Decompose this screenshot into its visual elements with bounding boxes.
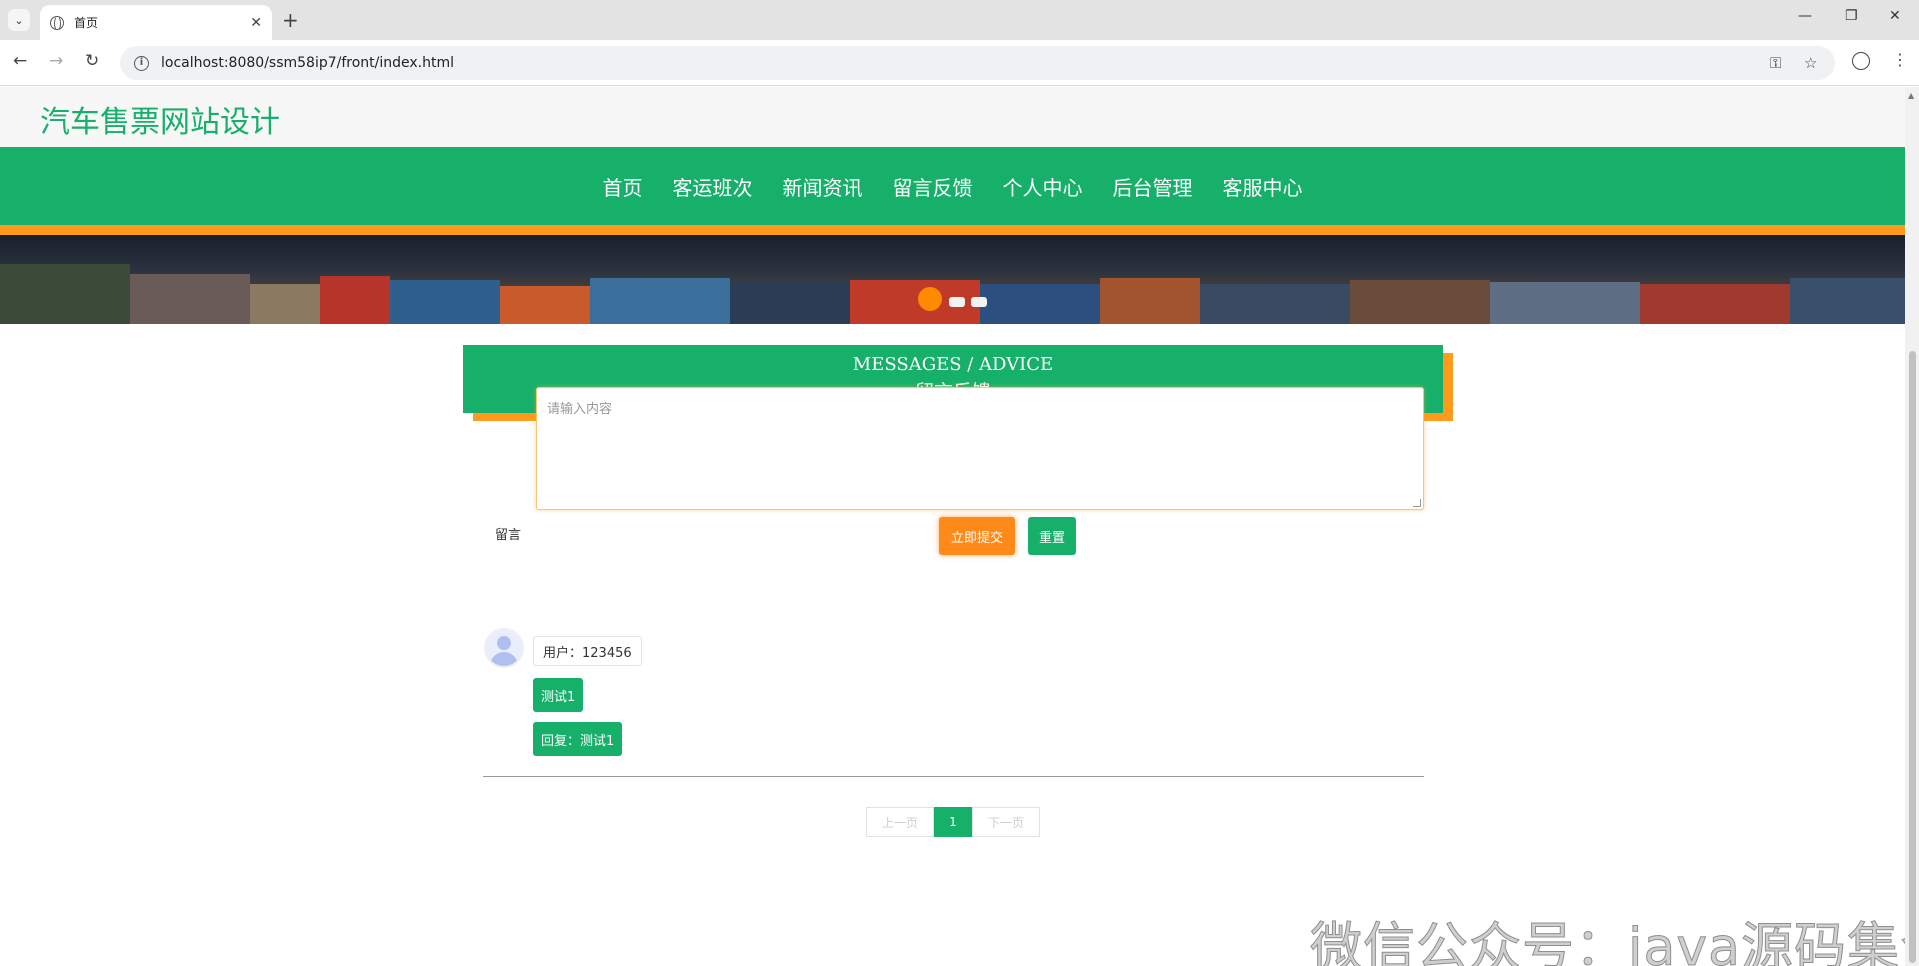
arrow-right-icon[interactable]: → (49, 51, 63, 71)
restore-icon[interactable]: ❐ (1845, 8, 1858, 24)
globe-icon (50, 15, 64, 31)
watermark: 微信公众号：java源码集合 (1310, 918, 1905, 966)
reload-icon[interactable]: ↻ (85, 51, 99, 71)
carousel-dot-3[interactable] (971, 297, 987, 307)
message-user: 用户：123456 (533, 636, 642, 666)
scroll-up-icon[interactable]: ▲ (1908, 91, 1914, 100)
submit-button[interactable]: 立即提交 (939, 517, 1015, 555)
page-content: 汽车售票网站设计 首页 客运班次 新闻资讯 留言反馈 个人中心 后台管理 客服中… (0, 87, 1905, 966)
reset-button[interactable]: 重置 (1028, 517, 1076, 555)
new-tab-button[interactable]: + (282, 8, 299, 32)
arrow-left-icon[interactable]: ← (13, 51, 27, 71)
nav-item-home[interactable]: 首页 (603, 172, 643, 201)
chevron-down-icon: ⌄ (14, 13, 24, 27)
more-icon[interactable]: ⋮ (1892, 50, 1908, 69)
message-reply: 回复：测试1 (533, 722, 623, 756)
star-icon[interactable]: ☆ (1804, 54, 1817, 72)
nav-item-support[interactable]: 客服中心 (1223, 172, 1303, 201)
avatar (484, 628, 524, 668)
tab-search-button[interactable]: ⌄ (8, 9, 30, 31)
resize-handle[interactable] (1413, 499, 1421, 507)
message-label: 留言 (495, 528, 522, 543)
nav-item-profile[interactable]: 个人中心 (1003, 172, 1083, 201)
current-page[interactable]: 1 (934, 807, 972, 837)
scrollbar-thumb[interactable] (1909, 351, 1916, 963)
carousel-dot-1[interactable] (918, 287, 942, 311)
divider (483, 776, 1424, 777)
main-nav: 首页 客运班次 新闻资讯 留言反馈 个人中心 后台管理 客服中心 (0, 147, 1905, 225)
carousel-dot-2[interactable] (949, 297, 965, 307)
pagination: 上一页 1 下一页 (866, 807, 1040, 837)
info-icon[interactable]: i (134, 55, 149, 71)
address-bar[interactable]: i localhost:8080/ssm58ip7/front/index.ht… (120, 46, 1835, 80)
banner-carousel (0, 235, 1905, 324)
nav-item-bus-schedule[interactable]: 客运班次 (673, 172, 753, 201)
nav-accent-bar (0, 225, 1905, 235)
site-header: 汽车售票网站设计 (0, 87, 1905, 147)
nav-item-admin[interactable]: 后台管理 (1113, 172, 1193, 201)
message-textarea[interactable]: 请输入内容 (536, 387, 1424, 510)
prev-page-button[interactable]: 上一页 (866, 807, 934, 837)
url-text: localhost:8080/ssm58ip7/front/index.html (161, 55, 455, 71)
tab-title: 首页 (74, 16, 99, 30)
browser-tabbar: ⌄ 首页 ✕ + — ❐ ✕ (0, 0, 1919, 40)
message-content: 测试1 (533, 678, 584, 712)
key-icon[interactable]: ⚿ (1770, 54, 1781, 72)
message-placeholder: 请输入内容 (547, 402, 613, 417)
page-scrollbar[interactable]: ▲ (1905, 87, 1919, 966)
close-icon[interactable]: ✕ (250, 15, 262, 31)
browser-tab-active[interactable]: 首页 ✕ (40, 5, 272, 40)
site-title: 汽车售票网站设计 (40, 105, 280, 140)
profile-icon[interactable] (1852, 52, 1870, 70)
browser-toolbar: ← → ↻ i localhost:8080/ssm58ip7/front/in… (0, 40, 1919, 86)
nav-item-news[interactable]: 新闻资讯 (783, 172, 863, 201)
nav-item-feedback[interactable]: 留言反馈 (893, 172, 973, 201)
section-title-en: MESSAGES / ADVICE (852, 354, 1054, 375)
window-close-icon[interactable]: ✕ (1889, 8, 1901, 24)
next-page-button[interactable]: 下一页 (972, 807, 1040, 837)
minimize-icon[interactable]: — (1798, 8, 1812, 24)
